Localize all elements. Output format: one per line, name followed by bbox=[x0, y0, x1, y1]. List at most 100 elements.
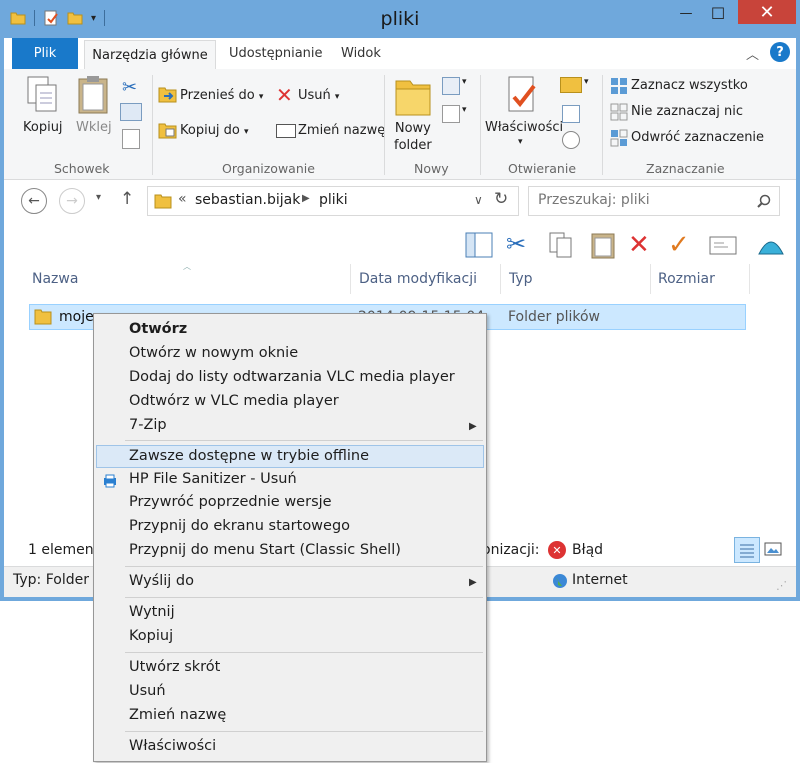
file-type: Folder plików bbox=[508, 309, 601, 325]
copy-to-icon bbox=[158, 123, 177, 139]
delete-icon: ✕ bbox=[276, 83, 293, 107]
breadcrumb-segment[interactable]: pliki bbox=[319, 192, 348, 208]
back-button[interactable]: ← bbox=[21, 188, 47, 214]
breadcrumb-separator-icon[interactable]: ▶ bbox=[302, 193, 310, 204]
up-button[interactable]: ↑ bbox=[120, 189, 134, 209]
copy-icon[interactable] bbox=[546, 230, 576, 260]
menu-item-open-new-window[interactable]: Otwórz w nowym oknie bbox=[129, 345, 298, 361]
large-icons-view-icon[interactable] bbox=[764, 540, 782, 558]
submenu-arrow-icon: ▶ bbox=[469, 421, 477, 432]
new-folder-button[interactable]: Nowy folder bbox=[394, 120, 432, 154]
select-none-icon bbox=[610, 103, 628, 121]
column-headers: ︿ Nazwa Data modyfikacji Typ Rozmiar bbox=[4, 262, 796, 294]
open-icon[interactable] bbox=[560, 77, 582, 93]
classic-shell-icon[interactable] bbox=[756, 230, 786, 260]
cut-icon[interactable]: ✂ bbox=[506, 230, 536, 260]
sync-label: onizacji: bbox=[482, 542, 540, 558]
menu-item-offline[interactable]: Zawsze dostępne w trybie offline bbox=[129, 448, 369, 464]
sort-indicator-icon: ︿ bbox=[183, 262, 191, 271]
group-label-organize: Organizowanie bbox=[222, 161, 315, 176]
close-button[interactable]: ✕ bbox=[738, 0, 796, 24]
refresh-icon[interactable]: ↻ bbox=[494, 189, 508, 209]
copy-icon bbox=[27, 76, 57, 112]
resize-grip-icon[interactable]: ⋰ bbox=[776, 579, 787, 592]
copy-to-button[interactable]: Kopiuj do ▾ bbox=[180, 123, 249, 138]
menu-item-send-to[interactable]: Wyślij do bbox=[129, 573, 194, 589]
delete-button[interactable]: Usuń ▾ bbox=[298, 88, 339, 103]
paste-shortcut-icon[interactable] bbox=[122, 129, 140, 149]
rename-button[interactable]: Zmień nazwę bbox=[298, 123, 385, 138]
address-box[interactable]: « sebastian.bijak ▶ pliki ∨ bbox=[147, 186, 519, 216]
search-icon bbox=[757, 194, 771, 208]
new-folder-icon bbox=[395, 80, 431, 116]
details-view-icon[interactable] bbox=[734, 537, 760, 563]
breadcrumb-segment[interactable]: sebastian.bijak bbox=[195, 192, 300, 208]
security-zone: Internet bbox=[572, 572, 628, 588]
menu-item-delete[interactable]: Usuń bbox=[129, 683, 166, 699]
layout-pane-icon[interactable] bbox=[464, 230, 494, 260]
tab-share[interactable]: Udostępnianie bbox=[229, 46, 323, 61]
menu-item-restore-versions[interactable]: Przywróć poprzednie wersje bbox=[129, 494, 332, 510]
menu-item-copy[interactable]: Kopiuj bbox=[129, 628, 173, 644]
delete-icon[interactable]: ✕ bbox=[628, 230, 658, 260]
select-all-icon bbox=[611, 78, 627, 94]
group-label-clipboard: Schowek bbox=[54, 161, 110, 176]
maximize-button[interactable]: ☐ bbox=[702, 0, 734, 26]
column-name[interactable]: Nazwa bbox=[32, 271, 78, 287]
search-input[interactable]: Przeszukaj: pliki bbox=[538, 192, 650, 208]
cut-icon[interactable]: ✂ bbox=[122, 77, 137, 98]
sync-status: Błąd bbox=[572, 542, 604, 558]
column-size[interactable]: Rozmiar bbox=[658, 271, 715, 287]
tab-view[interactable]: Widok bbox=[341, 46, 381, 61]
tab-home[interactable]: Narzędzia główne bbox=[84, 40, 216, 70]
forward-button[interactable]: → bbox=[59, 188, 85, 214]
search-box[interactable]: Przeszukaj: pliki bbox=[528, 186, 780, 216]
menu-item-pin-start[interactable]: Przypnij do ekranu startowego bbox=[129, 518, 350, 534]
menu-item-properties[interactable]: Właściwości bbox=[129, 738, 216, 754]
menu-item-hp-sanitizer[interactable]: HP File Sanitizer - Usuń bbox=[129, 471, 297, 487]
help-icon[interactable]: ? bbox=[770, 42, 790, 62]
paste-icon[interactable] bbox=[588, 230, 618, 260]
collapse-ribbon-icon[interactable]: ︿ bbox=[746, 44, 759, 63]
address-dropdown-icon[interactable]: ∨ bbox=[474, 193, 483, 207]
edit-icon[interactable] bbox=[562, 105, 580, 123]
menu-item-cut[interactable]: Wytnij bbox=[129, 604, 175, 620]
title-bar[interactable]: ▾ pliki — ☐ ✕ bbox=[0, 0, 800, 38]
submenu-arrow-icon: ▶ bbox=[469, 577, 477, 588]
group-label-select: Zaznaczanie bbox=[646, 161, 725, 176]
menu-item-create-shortcut[interactable]: Utwórz skrót bbox=[129, 659, 220, 675]
history-icon[interactable] bbox=[562, 131, 580, 149]
email-icon[interactable] bbox=[708, 230, 738, 260]
copy-path-icon[interactable] bbox=[120, 103, 142, 121]
move-to-button[interactable]: Przenieś do ▾ bbox=[180, 88, 263, 103]
tab-file[interactable]: Plik bbox=[12, 38, 78, 69]
group-label-new: Nowy bbox=[414, 161, 449, 176]
properties-button[interactable]: Właściwości bbox=[485, 120, 563, 135]
menu-item-open[interactable]: Otwórz bbox=[129, 321, 187, 337]
properties-icon[interactable]: ✓ bbox=[668, 230, 698, 260]
ribbon: Kopiuj Wklej ✂ Schowek Przenieś do ▾ Kop… bbox=[4, 69, 796, 180]
column-type[interactable]: Typ bbox=[509, 271, 533, 287]
breadcrumb-overflow[interactable]: « bbox=[178, 191, 187, 207]
copy-button[interactable]: Kopiuj bbox=[23, 120, 63, 135]
easy-access-icon[interactable] bbox=[442, 105, 460, 123]
paste-icon bbox=[78, 76, 108, 114]
menu-item-pin-classic[interactable]: Przypnij do menu Start (Classic Shell) bbox=[129, 542, 401, 558]
menu-item-rename[interactable]: Zmień nazwę bbox=[129, 707, 226, 723]
menu-item-vlc-play[interactable]: Odtwórz w VLC media player bbox=[129, 393, 339, 409]
file-name[interactable]: moje bbox=[59, 309, 94, 325]
select-none-button[interactable]: Nie zaznaczaj nic bbox=[631, 104, 743, 119]
minimize-button[interactable]: — bbox=[670, 0, 702, 26]
folder-icon bbox=[154, 194, 172, 209]
group-label-open: Otwieranie bbox=[508, 161, 577, 176]
invert-selection-button[interactable]: Odwróć zaznaczenie bbox=[631, 130, 764, 145]
new-item-icon[interactable] bbox=[442, 77, 460, 95]
ribbon-tabs: Plik Narzędzia główne Udostępnianie Wido… bbox=[4, 38, 796, 70]
select-all-button[interactable]: Zaznacz wszystko bbox=[631, 78, 748, 93]
hp-sanitizer-icon bbox=[104, 474, 116, 488]
menu-item-7zip[interactable]: 7-Zip bbox=[129, 417, 167, 433]
recent-locations-icon[interactable]: ▾ bbox=[96, 192, 101, 203]
menu-item-vlc-add[interactable]: Dodaj do listy odtwarzania VLC media pla… bbox=[129, 369, 455, 385]
paste-button[interactable]: Wklej bbox=[76, 120, 112, 135]
column-date[interactable]: Data modyfikacji bbox=[359, 271, 477, 287]
